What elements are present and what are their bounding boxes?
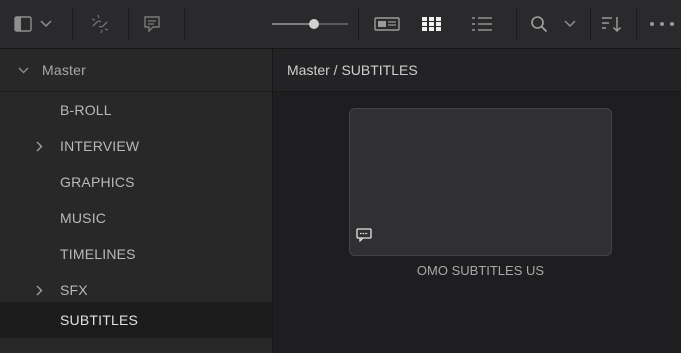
subtitle-icon[interactable] [140,12,164,36]
sidebar-item-label: B-ROLL [60,102,112,118]
more-icon[interactable] [648,16,676,32]
subtitle-icon [356,228,372,247]
sidebar-item-label: MUSIC [60,210,107,226]
list-view-icon[interactable] [470,14,494,34]
thumbnail-size-slider[interactable] [270,14,350,34]
clip-thumbnail[interactable] [349,108,612,256]
sidebar-item-master[interactable]: Master [0,49,272,92]
sidebar-item-interview[interactable]: INTERVIEW [0,128,272,164]
search-icon[interactable] [528,13,550,35]
sidebar-item-graphics[interactable]: GRAPHICS [0,164,272,200]
chevron-down-icon[interactable] [18,49,29,91]
panel-toggle-icon[interactable] [12,14,34,34]
grid-view-icon[interactable] [420,14,444,34]
breadcrumb: Master / SUBTITLES [287,62,418,78]
chevron-right-icon[interactable] [36,128,43,164]
sidebar-item-music[interactable]: MUSIC [0,200,272,236]
sidebar-item-label: TIMELINES [60,246,136,262]
media-pool-view: Master / SUBTITLES OMO SUBTITLES US [273,49,681,353]
sidebar-item-timelines[interactable]: TIMELINES [0,236,272,272]
sidebar-item-b-roll[interactable]: B-ROLL [0,92,272,128]
sidebar-item-label: GRAPHICS [60,174,135,190]
breadcrumb-bar: Master / SUBTITLES [273,49,681,92]
sidebar-item-subtitles[interactable]: SUBTITLES [0,302,272,338]
clip-name: OMO SUBTITLES US [416,263,545,278]
sidebar-header-label: Master [42,62,86,78]
bin-sidebar: Master B-ROLL INTERVIEW GRAPHICS MUSIC T… [0,49,273,353]
unlink-icon[interactable] [88,12,112,36]
toolbar [0,0,681,49]
sidebar-item-label: INTERVIEW [60,138,140,154]
sidebar-item-label: SUBTITLES [60,312,139,328]
metadata-view-icon[interactable] [372,14,402,34]
chevron-down-icon[interactable] [562,16,578,32]
sort-icon[interactable] [600,13,624,35]
chevron-down-icon[interactable] [38,16,54,32]
